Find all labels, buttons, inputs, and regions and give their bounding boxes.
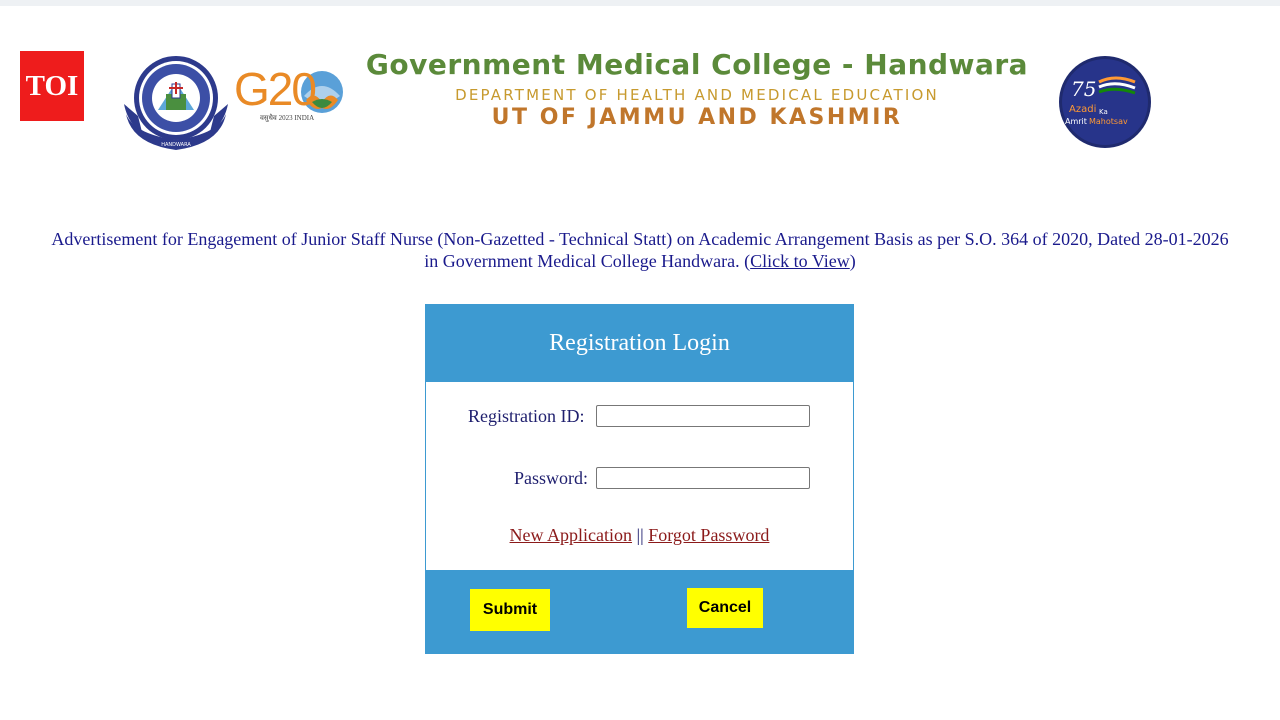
amrit-75-text: 75 bbox=[1071, 77, 1096, 101]
advertisement-line2-suffix: ) bbox=[849, 251, 856, 271]
registration-id-input[interactable] bbox=[596, 405, 810, 427]
toi-logo[interactable]: TOI bbox=[20, 51, 84, 121]
links-separator: || bbox=[636, 525, 644, 545]
advertisement-notice: Advertisement for Engagement of Junior S… bbox=[0, 228, 1280, 272]
login-links: New Application || Forgot Password bbox=[426, 525, 853, 546]
top-strip bbox=[0, 0, 1280, 6]
password-label: Password: bbox=[514, 468, 589, 488]
ut-subtitle: UT OF JAMMU AND KASHMIR bbox=[491, 105, 903, 130]
g20-text: G20 bbox=[234, 63, 317, 115]
college-seal-logo: HANDWARA bbox=[122, 54, 230, 152]
g20-subtitle: वसुधैव 2023 INDIA bbox=[260, 114, 315, 122]
new-application-link[interactable]: New Application bbox=[510, 525, 632, 545]
login-panel-title: Registration Login bbox=[549, 329, 730, 356]
toi-logo-text: TOI bbox=[25, 69, 79, 102]
advertisement-line1: Advertisement for Engagement of Junior S… bbox=[51, 229, 1229, 249]
login-form-body: Registration ID: Password: New Applicati… bbox=[426, 382, 853, 570]
college-title: Government Medical College - Handwara bbox=[365, 48, 1029, 81]
submit-button[interactable]: Submit bbox=[470, 589, 550, 631]
g20-logo: G20 वसुधैव 2023 INDIA bbox=[230, 62, 345, 132]
password-input[interactable] bbox=[596, 467, 810, 489]
azadi-ka-amrit-mahotsav-logo: 75 Azadi Ka Amrit Mahotsav bbox=[1055, 52, 1155, 152]
advertisement-line2-prefix: in Government Medical College Handwara. … bbox=[424, 251, 751, 271]
amrit-mahotsav-text: Mahotsav bbox=[1089, 117, 1128, 126]
forgot-password-link[interactable]: Forgot Password bbox=[648, 525, 769, 545]
amrit-ka-text: Ka bbox=[1099, 108, 1108, 116]
amrit-amrit-text: Amrit bbox=[1065, 117, 1087, 126]
department-subtitle: DEPARTMENT OF HEALTH AND MEDICAL EDUCATI… bbox=[455, 86, 939, 104]
click-to-view-link[interactable]: Click to View bbox=[750, 251, 850, 271]
registration-login-panel: Registration Login Registration ID: Pass… bbox=[425, 304, 854, 654]
registration-id-label: Registration ID: bbox=[468, 406, 585, 426]
amrit-azadi-text: Azadi bbox=[1069, 104, 1096, 115]
cancel-button[interactable]: Cancel bbox=[687, 588, 763, 628]
svg-text:HANDWARA: HANDWARA bbox=[161, 142, 191, 148]
